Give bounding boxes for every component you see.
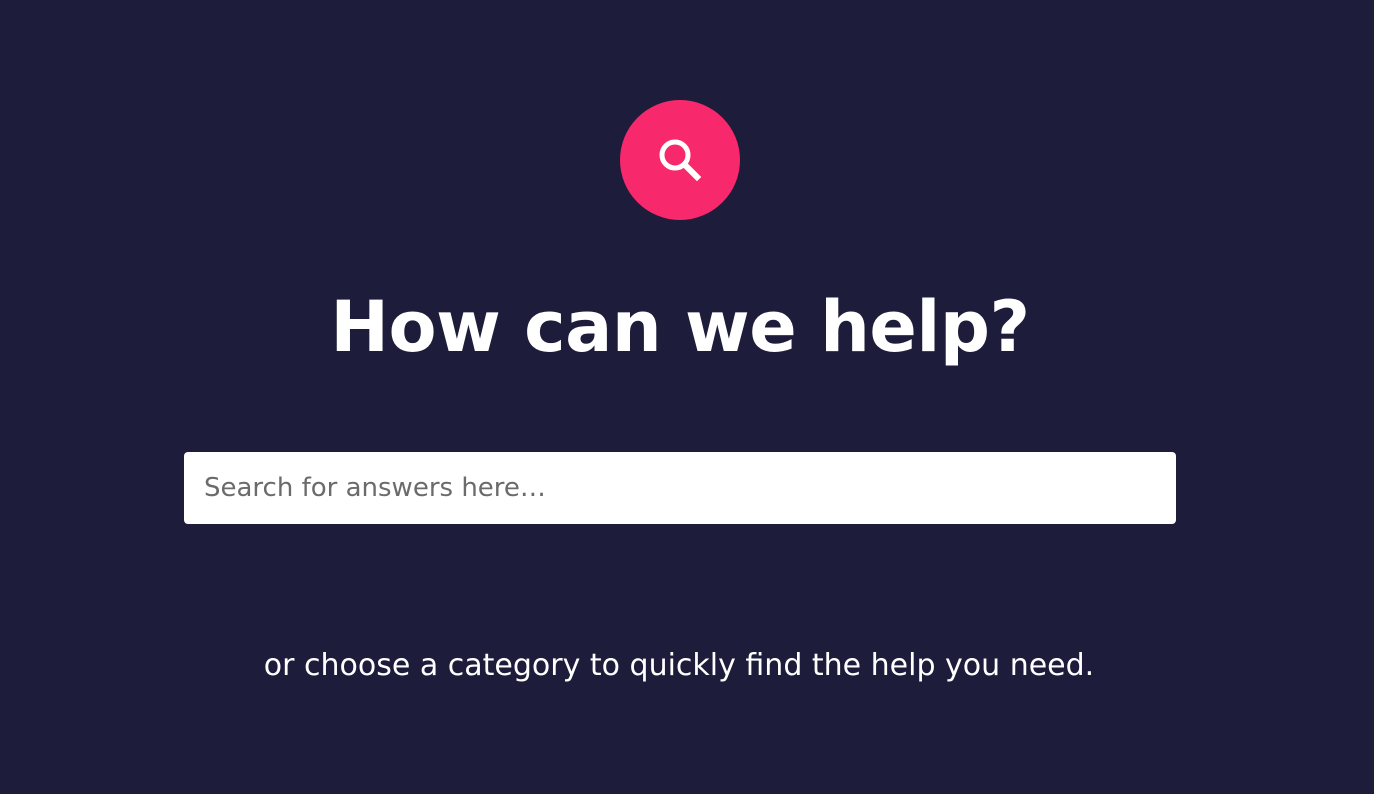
search-input[interactable] [204,473,1156,503]
search-icon [659,139,702,182]
search-badge [620,100,740,220]
search-box[interactable] [184,452,1176,524]
help-hero: How can we help? or choose a category to… [0,0,1374,794]
page-title: How can we help? [330,286,1030,368]
category-prompt: or choose a category to quickly find the… [263,648,1095,683]
